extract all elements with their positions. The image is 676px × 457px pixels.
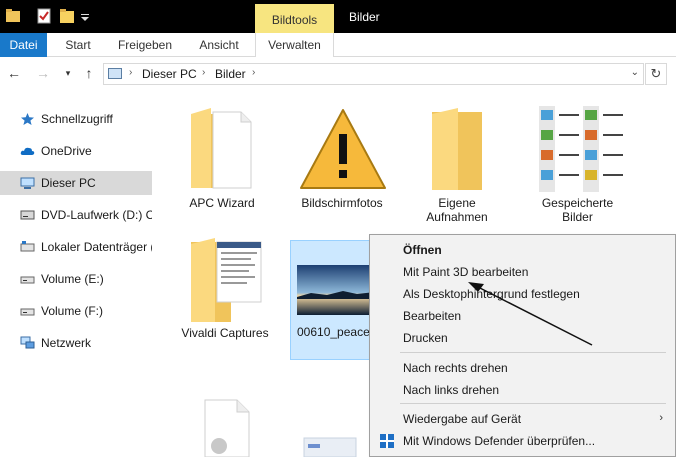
sidebar-item-label: DVD-Laufwerk (D:) CI [41, 208, 152, 222]
menu-item-label: Wiedergabe auf Gerät [403, 412, 522, 426]
window-title: Bilder [349, 10, 380, 24]
menu-separator [400, 352, 666, 353]
menu-item-label: Mit Windows Defender überprüfen... [403, 434, 596, 448]
customize-dropdown-icon[interactable] [80, 8, 90, 24]
folder-item[interactable]: Bildschirmfotos [290, 100, 394, 220]
sidebar-item-label: Dieser PC [41, 176, 96, 190]
sidebar-item-netzwerk[interactable]: Netzwerk [0, 331, 152, 355]
folder-item[interactable]: Vivaldi Captures [175, 238, 275, 348]
tab-start[interactable]: Start [58, 33, 98, 57]
sidebar-item-schnellzugriff[interactable]: Schnellzugriff [0, 107, 152, 131]
folder-icon [191, 238, 262, 322]
folder-icon [191, 108, 252, 189]
tab-ansicht[interactable]: Ansicht [193, 33, 245, 57]
sidebar-item-local-disk[interactable]: Lokaler Datenträger ( [0, 235, 152, 259]
breadcrumb-bilder[interactable]: Bilder [215, 67, 246, 81]
drive-icon [20, 308, 35, 316]
drive-icon [20, 241, 35, 252]
file-label: APC Wizard [189, 196, 255, 210]
image-gallery-icon [539, 106, 623, 192]
sidebar-item-label: Netzwerk [41, 336, 92, 350]
sidebar-item-onedrive[interactable]: OneDrive [0, 139, 152, 163]
sidebar-item-label: Lokaler Datenträger ( [41, 240, 152, 254]
sidebar-item-dvd-drive[interactable]: DVD-Laufwerk (D:) CI [0, 203, 152, 227]
breadcrumb-dieser-pc[interactable]: Dieser PC [142, 67, 197, 81]
folder-icon [432, 108, 482, 190]
computer-icon [108, 68, 122, 79]
tab-freigeben[interactable]: Freigeben [113, 33, 177, 57]
sidebar-item-label: Volume (E:) [41, 272, 104, 286]
cloud-icon [20, 147, 35, 155]
submenu-arrow-icon: › [659, 412, 663, 424]
warning-icon [300, 109, 386, 189]
menu-item-defender-scan[interactable]: Mit Windows Defender überprüfen... [370, 430, 675, 452]
file-item[interactable] [300, 430, 360, 457]
ribbon-tabs: Datei Start Freigeben Ansicht Verwalten [0, 33, 676, 57]
star-icon [21, 113, 34, 125]
sidebar-item-label: Schnellzugriff [41, 112, 113, 126]
breadcrumb-chevron-icon[interactable]: › [129, 67, 132, 78]
menu-item-drucken[interactable]: Drucken [370, 327, 675, 349]
up-arrow-icon[interactable]: ↑ [81, 65, 97, 81]
breadcrumb-chevron-icon[interactable]: › [202, 67, 205, 78]
sidebar-item-volume-e[interactable]: Volume (E:) [0, 267, 152, 291]
generic-file-icon [204, 399, 250, 457]
tab-verwalten[interactable]: Verwalten [255, 33, 334, 57]
address-bar[interactable]: › Dieser PC › Bilder › ⌄ [103, 63, 644, 85]
drive-icon [20, 276, 35, 284]
breadcrumb-chevron-icon[interactable]: › [252, 67, 255, 78]
navigation-pane: Schnellzugriff OneDrive Dieser PC DVD-La… [0, 100, 152, 457]
recent-locations-icon[interactable]: ▾ [60, 65, 76, 81]
menu-item-oeffnen[interactable]: Öffnen [370, 239, 675, 261]
menu-item-cast-to-device[interactable]: Wiedergabe auf Gerät › [370, 408, 675, 430]
menu-separator [400, 403, 666, 404]
sidebar-item-volume-f[interactable]: Volume (F:) [0, 299, 152, 323]
file-label: Gespeicherte Bilder [541, 196, 614, 224]
menu-item-rotate-right[interactable]: Nach rechts drehen [370, 357, 675, 379]
folder-item[interactable]: APC Wizard [175, 100, 269, 220]
refresh-icon[interactable]: ↻ [645, 63, 667, 85]
forward-arrow-icon[interactable]: → [35, 65, 51, 81]
new-folder-icon[interactable] [60, 8, 74, 24]
computer-icon [20, 177, 35, 189]
sidebar-item-label: OneDrive [41, 144, 92, 158]
image-thumbnail [303, 437, 357, 457]
menu-item-paint3d[interactable]: Mit Paint 3D bearbeiten [370, 261, 675, 283]
properties-icon[interactable] [37, 8, 51, 24]
folder-item[interactable]: Gespeicherte Bilder [525, 100, 630, 230]
image-thumbnail [297, 265, 375, 315]
back-arrow-icon[interactable]: ← [6, 65, 22, 81]
menu-item-desktop-background[interactable]: Als Desktophintergrund festlegen [370, 283, 675, 305]
folder-item[interactable]: Eigene Aufnahmen [410, 100, 504, 230]
menu-item-bearbeiten[interactable]: Bearbeiten [370, 305, 675, 327]
dvd-drive-icon [20, 210, 35, 220]
menu-item-rotate-left[interactable]: Nach links drehen [370, 379, 675, 401]
context-menu: Öffnen Mit Paint 3D bearbeiten Als Deskt… [369, 234, 676, 457]
file-label: 00610_peace_0x1080.jpg [297, 325, 436, 339]
windows-defender-icon [380, 434, 394, 448]
file-label: Eigene Aufnahmen [426, 196, 488, 224]
sidebar-item-label: Volume (F:) [41, 304, 104, 318]
tab-datei[interactable]: Datei [0, 33, 47, 57]
address-dropdown-icon[interactable]: ⌄ [631, 67, 639, 78]
network-icon [20, 336, 35, 349]
app-icon[interactable] [6, 8, 20, 24]
title-bar: Bildtools Bilder [0, 0, 676, 33]
file-label: Vivaldi Captures [181, 326, 269, 340]
sidebar-item-dieser-pc[interactable]: Dieser PC [0, 171, 152, 195]
file-item[interactable] [175, 398, 269, 457]
context-tab-bildtools[interactable]: Bildtools [255, 4, 334, 33]
file-label: Bildschirmfotos [301, 196, 383, 210]
